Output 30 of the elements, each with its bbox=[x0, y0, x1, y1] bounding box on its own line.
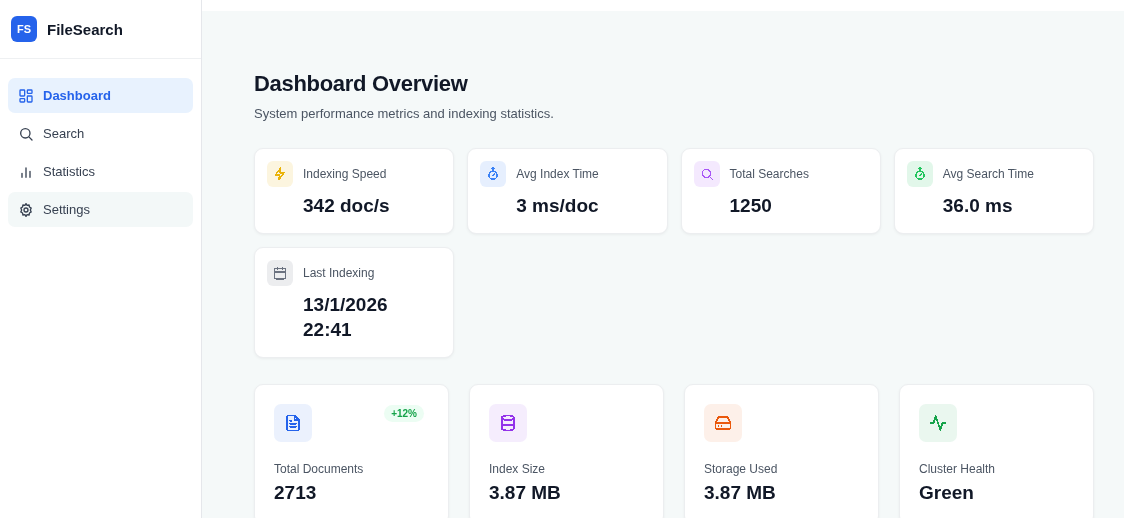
metric-value: 36.0 ms bbox=[942, 194, 1014, 218]
metric-value: 1250 bbox=[729, 194, 773, 218]
summary-label: Total Documents bbox=[274, 461, 365, 476]
summary-label: Storage Used bbox=[704, 461, 779, 476]
summary-label: Index Size bbox=[489, 461, 547, 476]
metric-value: 3 ms/doc bbox=[516, 194, 600, 218]
grid-icon bbox=[18, 87, 34, 104]
app-name: FileSearch bbox=[47, 20, 123, 38]
metric-value: 342 doc/s bbox=[303, 194, 391, 218]
change-badge: +12% bbox=[384, 404, 424, 422]
summary-label: Cluster Health bbox=[919, 461, 997, 476]
page-title: Dashboard Overview bbox=[254, 71, 469, 97]
metric-label: Avg Index Time bbox=[516, 167, 600, 181]
app-logo: FS bbox=[11, 16, 37, 42]
summary-value: Green bbox=[919, 481, 975, 504]
summary-value: 3.87 MB bbox=[704, 481, 777, 504]
nav-item[interactable]: Dashboard bbox=[8, 78, 193, 113]
search-icon bbox=[18, 125, 34, 142]
settings-icon bbox=[18, 201, 34, 218]
nav-item[interactable]: Settings bbox=[8, 192, 193, 227]
nav-item[interactable]: Statistics bbox=[8, 154, 193, 189]
metric-value: 13/1/2026 22:41 bbox=[303, 292, 389, 343]
summary-value: 2713 bbox=[274, 481, 318, 504]
summary-value: 3.87 MB bbox=[489, 481, 562, 504]
page-subtitle: System performance metrics and indexing statistics. bbox=[254, 106, 555, 121]
nav-item[interactable]: Search bbox=[8, 116, 193, 151]
metric-label: Avg Search Time bbox=[942, 167, 1035, 181]
metric-label: Indexing Speed bbox=[303, 167, 388, 181]
metric-label: Last Indexing bbox=[303, 265, 376, 280]
metric-label: Total Searches bbox=[729, 167, 810, 181]
